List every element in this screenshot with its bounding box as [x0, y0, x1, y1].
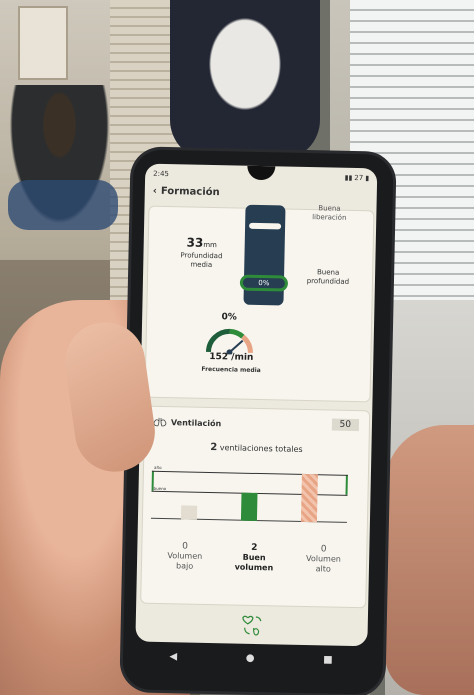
android-nav-bar: ◀ ● ■: [135, 645, 367, 670]
good-depth-line1: Buena: [316, 268, 340, 277]
chevron-left-icon[interactable]: ‹: [153, 186, 157, 197]
depth-label: Profundidad media: [166, 251, 236, 270]
rate-value: 152 /min: [209, 351, 254, 363]
depth-unit: mm: [203, 240, 217, 250]
wall-frame: [18, 6, 68, 80]
good-depth-label: Buena profundidad: [298, 268, 358, 287]
good-depth-line2: profundidad: [306, 276, 350, 286]
standing-person: [170, 0, 320, 160]
depth-number: 33: [186, 235, 204, 250]
compression-card: 33mm Profundidad media 0% Buena liberación…: [144, 204, 375, 403]
depth-label-line2: media: [190, 260, 213, 270]
lungs-icon: [153, 417, 167, 427]
axis-label-high: alto: [153, 464, 162, 470]
nav-recent-icon[interactable]: ■: [323, 654, 333, 665]
ventilation-chart: alto bueno: [150, 455, 361, 539]
axis-label-good: bueno: [153, 485, 167, 492]
signal-icon: ▮▮: [344, 173, 353, 182]
ventilation-bar-0: [180, 505, 198, 520]
right-hand: [385, 425, 474, 695]
rate-label: Frecuencia media: [201, 365, 261, 375]
ventilation-title: Ventilación: [170, 417, 222, 428]
nav-home-icon[interactable]: ●: [246, 652, 255, 663]
status-icons: ▮▮ 27 ▮: [345, 174, 370, 183]
nav-back-icon[interactable]: ◀: [169, 651, 177, 662]
release-label-line2: liberación: [312, 213, 347, 222]
status-time: 2:45: [153, 169, 169, 179]
ventilation-total: 2 ventilaciones totales: [144, 441, 368, 457]
category-good: 2 Buen volumen: [224, 542, 285, 573]
battery-icon: ▮: [365, 174, 370, 183]
battery-level: 27: [354, 173, 364, 183]
category-high: 0 Volumen alto: [293, 544, 354, 575]
category-high-label-2: alto: [315, 564, 331, 574]
release-label-line1: Buena: [318, 204, 341, 213]
ventilation-header: Ventilación: [153, 417, 221, 428]
ventilation-categories: 0 Volumen bajo 2 Buen volumen 0 Volumen …: [150, 541, 359, 575]
ventilation-bar-1: [240, 492, 258, 521]
category-good-label-2: volumen: [234, 562, 274, 573]
ventilation-bar-2: [300, 473, 318, 523]
depth-gauge-top-marker: [249, 222, 282, 230]
sitting-person-legs: [8, 180, 118, 230]
depth-gauge-marker: 0%: [239, 274, 289, 292]
app-header: ‹ Formación: [145, 182, 377, 206]
smartphone: 2:45 ▮▮ 27 ▮ ‹ Formación 33mm Profundida…: [122, 149, 394, 695]
category-low-label-2: bajo: [175, 561, 194, 571]
release-label: Buena liberación: [299, 204, 359, 223]
ventilation-total-number: 2: [210, 442, 218, 454]
page-title: Formación: [160, 185, 220, 199]
ventilation-total-label: ventilaciones totales: [219, 443, 303, 454]
ventilation-count-badge: 50: [331, 418, 360, 432]
depth-value: 33mm: [167, 235, 237, 250]
depth-label-line1: Profundidad: [180, 251, 223, 261]
heart-lungs-icon[interactable]: [239, 612, 266, 639]
category-low: 0 Volumen bajo: [155, 541, 216, 572]
rate-percent: 0%: [221, 312, 237, 323]
rate-gauge-icon: [205, 328, 253, 355]
phone-screen: 2:45 ▮▮ 27 ▮ ‹ Formación 33mm Profundida…: [135, 163, 378, 647]
ventilation-card: Ventilación 50 2 ventilaciones totales a…: [140, 405, 371, 609]
